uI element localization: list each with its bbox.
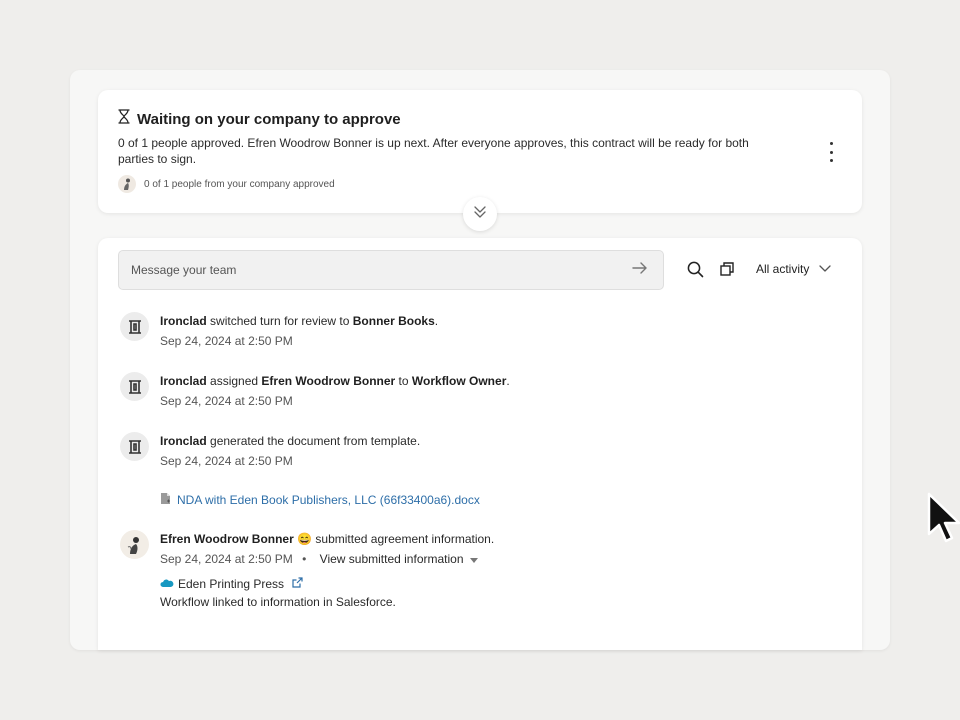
send-button[interactable] xyxy=(629,259,651,281)
activity-target: Bonner Books xyxy=(352,314,435,328)
approvers-summary: 0 of 1 people from your company approved xyxy=(118,175,335,193)
activity-timestamp: Sep 24, 2024 at 2:50 PM xyxy=(160,334,293,348)
activity-action: switched turn for review to xyxy=(210,314,350,328)
activity-actor: Efren Woodrow Bonner xyxy=(160,532,294,546)
status-title: Waiting on your company to approve xyxy=(137,110,401,128)
activity-actor: Ironclad xyxy=(160,314,207,328)
emoji-status: 😄 xyxy=(297,532,313,546)
arrow-right-icon xyxy=(632,261,648,279)
view-submitted-info-label: View submitted information xyxy=(319,552,464,566)
activity-text: Ironclad switched turn for review to Bon… xyxy=(160,314,438,328)
external-link-icon[interactable] xyxy=(292,577,303,591)
activity-timestamp: Sep 24, 2024 at 2:50 PM xyxy=(160,394,293,408)
status-title-row: Waiting on your company to approve xyxy=(118,109,401,129)
activity-actor: Ironclad xyxy=(160,434,207,448)
caret-down-icon xyxy=(469,552,478,566)
user-avatar[interactable] xyxy=(120,530,149,559)
activity-target-role: Workflow Owner xyxy=(411,374,507,388)
activity-actor: Ironclad xyxy=(160,374,207,388)
copy-icon[interactable] xyxy=(718,260,736,278)
activity-target: Efren Woodrow Bonner xyxy=(261,374,396,388)
activity-suffix: . xyxy=(434,314,439,328)
activity-filter-dropdown[interactable]: All activity xyxy=(756,260,831,278)
activity-timestamp-row: Sep 24, 2024 at 2:50 PM • View submitted… xyxy=(160,552,478,566)
activity-text: Ironclad assigned Efren Woodrow Bonner t… xyxy=(160,374,510,388)
ironclad-logo-icon xyxy=(120,432,149,461)
message-composer xyxy=(118,250,664,290)
timestamp-separator: • xyxy=(302,552,307,566)
approver-avatar[interactable] xyxy=(118,175,136,193)
activity-timestamp: Sep 24, 2024 at 2:50 PM xyxy=(160,552,293,566)
activity-text: Efren Woodrow Bonner 😄 submitted agreeme… xyxy=(160,532,494,546)
activity-filter-label: All activity xyxy=(756,262,810,276)
salesforce-link-description: Workflow linked to information in Salesf… xyxy=(160,595,396,609)
document-link-text: NDA with Eden Book Publishers, LLC (66f3… xyxy=(177,493,480,507)
kebab-menu-icon[interactable] xyxy=(826,142,836,162)
activity-text: Ironclad generated the document from tem… xyxy=(160,434,420,448)
activity-action: submitted agreement information. xyxy=(315,532,495,546)
activity-action: generated the document from template. xyxy=(210,434,421,448)
search-icon[interactable] xyxy=(686,260,704,278)
ironclad-logo-icon xyxy=(120,372,149,401)
activity-connector: to xyxy=(398,374,409,388)
activity-action: assigned xyxy=(210,374,259,388)
expand-button[interactable] xyxy=(463,197,497,231)
message-input[interactable] xyxy=(119,251,633,289)
document-icon xyxy=(160,492,171,508)
activity-suffix: . xyxy=(506,374,510,388)
view-submitted-info-toggle[interactable]: View submitted information xyxy=(320,552,478,566)
chevron-down-icon xyxy=(819,260,831,278)
salesforce-cloud-icon xyxy=(160,577,174,591)
status-description: 0 of 1 people approved. Efren Woodrow Bo… xyxy=(118,136,749,166)
activity-timestamp: Sep 24, 2024 at 2:50 PM xyxy=(160,454,293,468)
activity-card: All activity Ironclad switched turn for … xyxy=(98,238,862,650)
mouse-cursor-icon xyxy=(927,492,960,549)
approvers-summary-text: 0 of 1 people from your company approved xyxy=(144,178,335,190)
hourglass-icon xyxy=(118,109,130,129)
salesforce-record-name: Eden Printing Press xyxy=(178,577,285,591)
approval-status-card: Waiting on your company to approve 0 of … xyxy=(98,90,862,213)
ironclad-logo-icon xyxy=(120,312,149,341)
salesforce-record-link[interactable]: Eden Printing Press xyxy=(160,577,303,591)
document-link[interactable]: NDA with Eden Book Publishers, LLC (66f3… xyxy=(160,492,480,508)
chevron-double-down-icon xyxy=(473,205,487,224)
